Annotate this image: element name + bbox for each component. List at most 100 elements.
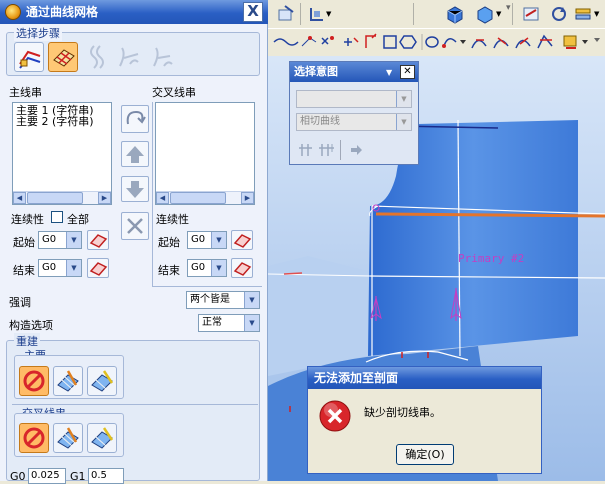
primary-end-value: G0 — [42, 262, 57, 273]
chevron-down-icon[interactable]: ▼ — [66, 260, 81, 276]
section-divider — [152, 286, 262, 287]
rebuild-primary-fit-button[interactable] — [87, 366, 117, 396]
chevron-down-icon — [460, 40, 466, 44]
scroll-left-icon[interactable]: ◀ — [156, 192, 169, 204]
view-refresh-icon[interactable] — [548, 3, 568, 23]
toolbar-overflow-icon[interactable]: ▾ — [506, 3, 511, 13]
scroll-thumb[interactable] — [27, 192, 83, 204]
rebuild-primary-degree-button[interactable] — [53, 366, 83, 396]
cross-end-select[interactable]: G0 ▼ — [187, 259, 227, 277]
primary-list-scrollbar[interactable]: ◀ ▶ — [13, 191, 111, 204]
curve-rule-select[interactable]: 相切曲线 ▼ — [296, 113, 412, 131]
chevron-down-icon[interactable]: ▼ — [66, 232, 81, 248]
scroll-thumb[interactable] — [170, 192, 226, 204]
ellipse-icon — [425, 36, 439, 48]
cross-start-face-button[interactable] — [231, 230, 253, 250]
primary-start-label: 起始 — [13, 236, 35, 249]
remove-button[interactable] — [121, 212, 149, 240]
steps-label: 选择步骤 — [14, 25, 62, 41]
arrow-right-icon[interactable] — [348, 142, 364, 158]
orient-view-icon[interactable] — [306, 3, 326, 23]
g1-input[interactable]: 0.5 — [88, 468, 124, 484]
chevron-down-icon[interactable]: ▼ — [396, 114, 411, 130]
curve-rule-value: 相切曲线 — [300, 116, 340, 127]
rebuild-cross-fit-button[interactable] — [87, 423, 117, 453]
emphasis-select[interactable]: 两个皆是 ▼ — [186, 291, 260, 309]
toolbar-separator — [413, 3, 414, 25]
extract-curve-icon — [563, 35, 577, 49]
marker-line — [283, 272, 303, 275]
selection-intent-title: 选择意图 — [294, 65, 338, 78]
step-primary-curves-button[interactable] — [14, 42, 44, 72]
render-style-icon[interactable] — [474, 3, 494, 24]
cross-strings-list[interactable]: ◀ ▶ — [155, 102, 255, 205]
face-select-icon — [89, 234, 108, 248]
construction-select[interactable]: 正常 ▼ — [198, 314, 260, 332]
alert-title-bar[interactable]: 无法添加至剖面 — [308, 367, 541, 389]
primary-strings-list[interactable]: 主要 1 (字符串) 主要 2 (字符串) ◀ ▶ — [12, 102, 112, 205]
offset-curve-icon — [471, 39, 487, 49]
chevron-down-icon[interactable]: ▼ — [244, 292, 259, 308]
chevron-down-icon[interactable]: ▼ — [211, 232, 226, 248]
g0-label: G0 — [10, 470, 26, 483]
layer-settings-icon[interactable] — [572, 3, 592, 23]
reverse-direction-button[interactable] — [121, 105, 149, 133]
selection-intent-title-bar[interactable]: 选择意图 — [290, 62, 418, 82]
snap-view-icon[interactable] — [276, 3, 296, 23]
scroll-right-icon[interactable]: ▶ — [241, 192, 254, 204]
primary-continuity-label: 连续性 — [11, 213, 44, 226]
primary-string-item[interactable]: 主要 2 (字符串) — [13, 116, 111, 127]
primary-end-select[interactable]: G0 ▼ — [38, 259, 82, 277]
primary-start-face-button[interactable] — [87, 230, 109, 250]
primary-curve-label: Primary #2 — [458, 252, 525, 265]
cross-list-scrollbar[interactable]: ◀ ▶ — [156, 191, 254, 204]
chevron-down-icon[interactable]: ▼ — [594, 10, 599, 18]
rebuild-cross-none-button[interactable] — [19, 423, 49, 453]
shaded-view-icon[interactable] — [444, 3, 464, 24]
face-select-icon — [89, 262, 108, 276]
add-point-icon — [344, 37, 359, 46]
highlight-curve — [375, 212, 605, 218]
chevron-down-icon[interactable]: ▼ — [244, 315, 259, 331]
project-curve-icon — [515, 37, 531, 49]
follow-fillet-icon[interactable] — [318, 142, 336, 158]
chevron-down-icon[interactable]: ▼ — [396, 91, 411, 107]
scroll-left-icon[interactable]: ◀ — [13, 192, 26, 204]
chevron-down-icon[interactable]: ▼ — [386, 68, 392, 77]
chevron-down-icon[interactable]: ▼ — [326, 10, 331, 18]
stop-at-intersection-icon[interactable] — [298, 142, 314, 158]
all-checkbox[interactable] — [51, 211, 63, 223]
scroll-right-icon[interactable]: ▶ — [98, 192, 111, 204]
emphasis-value: 两个皆是 — [190, 294, 230, 305]
cross-end-value: G0 — [191, 262, 206, 273]
step-cross-curves-button[interactable] — [48, 42, 78, 72]
toolbar-row-separator — [268, 28, 605, 29]
move-down-button[interactable] — [121, 176, 149, 202]
dialog-close-button[interactable]: X — [243, 2, 263, 22]
g1-label: G1 — [70, 470, 86, 483]
edit-section-icon[interactable] — [520, 3, 540, 23]
rebuild-cross-degree-button[interactable] — [53, 423, 83, 453]
selection-filter-select[interactable]: ▼ — [296, 90, 412, 108]
chevron-down-icon[interactable]: ▼ — [211, 260, 226, 276]
chevron-down-icon[interactable]: ▼ — [496, 10, 501, 18]
primary-strings-label: 主线串 — [9, 86, 42, 99]
rebuild-primary-none-button[interactable] — [19, 366, 49, 396]
primary-end-face-button[interactable] — [87, 258, 109, 278]
cross-end-face-button[interactable] — [231, 258, 253, 278]
degree-rebuild-icon — [57, 370, 79, 392]
cross-end-label: 结束 — [158, 264, 180, 277]
g0-input[interactable]: 0.025 — [28, 468, 66, 484]
move-up-button[interactable] — [121, 141, 149, 167]
construction-value: 正常 — [202, 317, 222, 328]
ok-button[interactable]: 确定(O) — [396, 444, 454, 465]
step-surface-icon — [148, 44, 174, 70]
close-icon[interactable]: ✕ — [400, 65, 415, 79]
primary-start-select[interactable]: G0 ▼ — [38, 231, 82, 249]
rectangle-icon — [383, 35, 397, 49]
arrow-up-icon — [126, 146, 144, 163]
degree-rebuild-icon — [57, 427, 79, 449]
dialog-title-bar[interactable]: 通过曲线网格 — [0, 0, 268, 24]
face-select-icon — [233, 262, 252, 276]
cross-start-select[interactable]: G0 ▼ — [187, 231, 227, 249]
